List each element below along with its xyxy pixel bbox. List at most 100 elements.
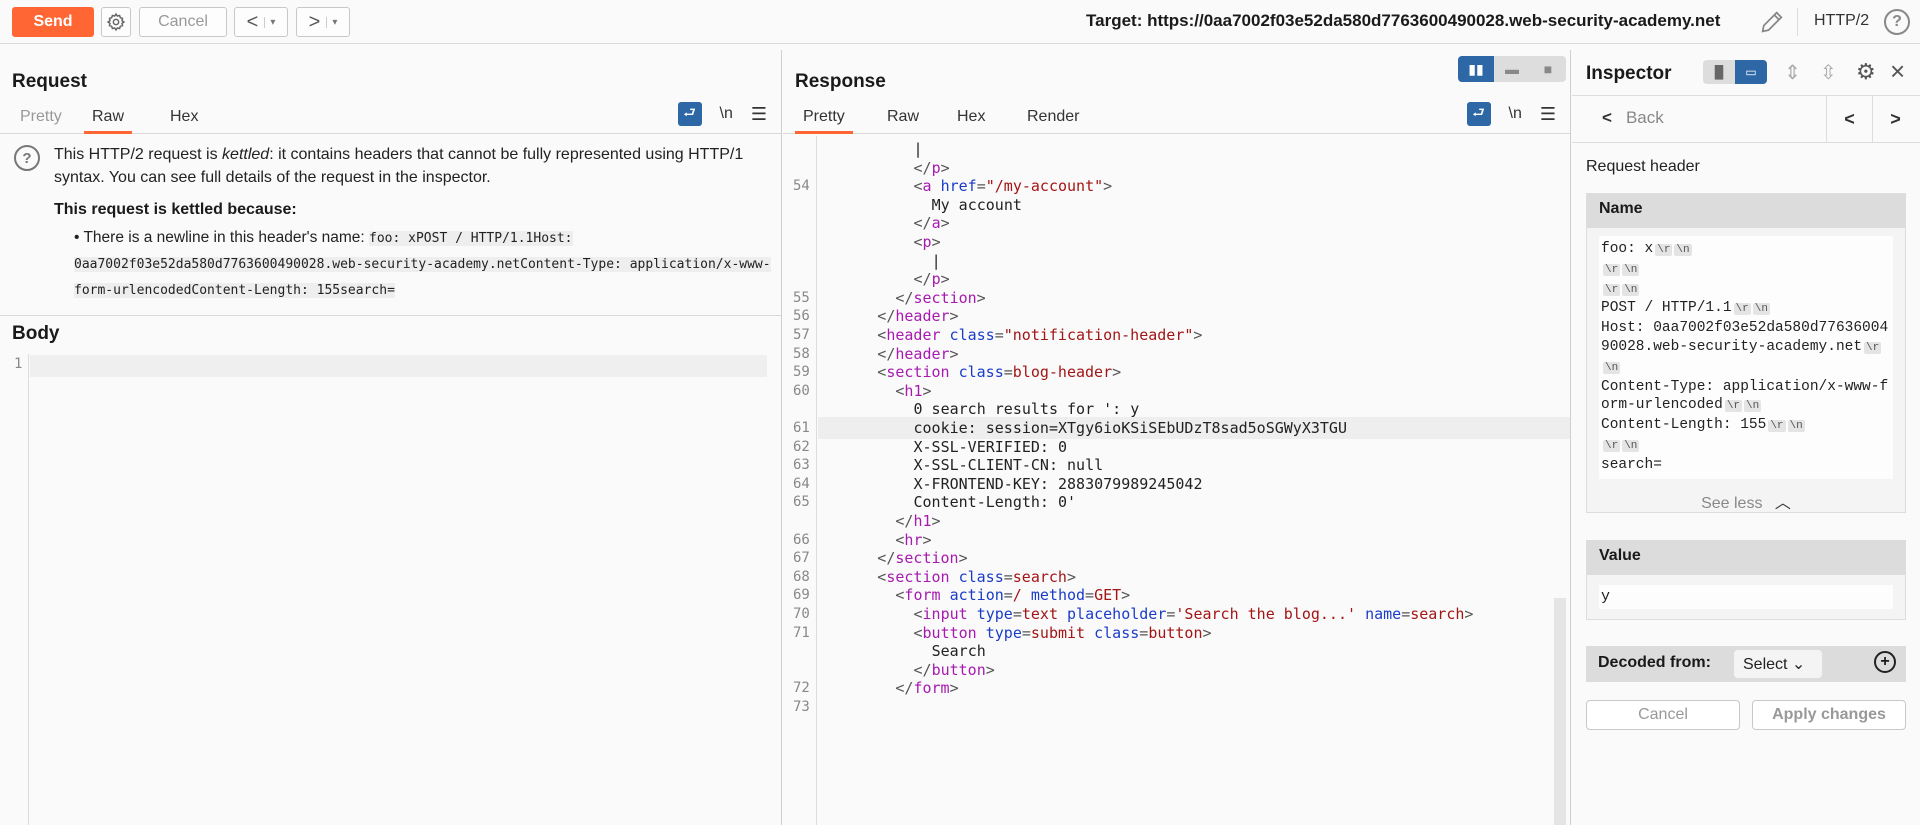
name-line: search= [1601, 456, 1891, 475]
code-token: type [976, 605, 1013, 623]
code-token: > [1103, 177, 1113, 196]
code-token: > [1066, 567, 1076, 586]
code-token: form [904, 586, 941, 605]
line-number: 73 [793, 699, 810, 715]
code-token: method [1030, 586, 1086, 605]
response-panel: ▮▮ ▬ ■ Response Pretty Raw Hex Render ⮐ … [783, 50, 1571, 825]
gear-icon[interactable]: ⚙ [1856, 59, 1876, 85]
code-token: > [958, 549, 968, 568]
code-token: > [931, 512, 941, 530]
inspector-layout-toggle: ▐▌ ▭ [1703, 60, 1767, 84]
dock-right-icon[interactable]: ▭ [1735, 60, 1767, 84]
single-pane-icon[interactable]: ■ [1530, 56, 1566, 82]
response-editor[interactable]: | </p> 54 <a href="/my-account"> My account <… [783, 136, 1570, 825]
code-token: 0 search results for ': y [913, 400, 1140, 419]
code-token: = [1003, 363, 1013, 382]
code-token: </ [913, 214, 932, 233]
edit-target-icon[interactable] [1758, 8, 1786, 36]
forward-history-button[interactable]: > ▾ [296, 7, 350, 37]
name-field[interactable]: foo: x \r \n \r \n \r \n POST / HTTP/1.1 \r \n Hos… [1599, 236, 1893, 479]
current-line[interactable] [30, 355, 767, 377]
code-token: p [931, 158, 941, 177]
request-editor-tools: ⮐ \n ☰ [677, 102, 767, 126]
split-vertical-icon[interactable]: ▬ [1494, 56, 1530, 82]
body-editor[interactable]: 1 [0, 354, 781, 825]
cancel-button[interactable]: Cancel [1586, 700, 1740, 730]
code-token: cookie: session=XTgy6ioKSiSEbUDzT8sad5oS… [913, 419, 1347, 437]
back-history-button[interactable]: < ▾ [234, 7, 288, 37]
section-label: Request header [1586, 158, 1700, 175]
code-token: > [1464, 605, 1474, 623]
code-token: = [1012, 605, 1022, 623]
toolbar: Send Cancel < ▾ > ▾ Target: https://0aa700… [0, 0, 1920, 44]
word-wrap-icon[interactable]: ⮐ [677, 102, 702, 126]
name-line: foo: x \r \n [1601, 240, 1891, 260]
see-less-button[interactable]: See less ︿ [1587, 489, 1905, 513]
code-token: a [931, 214, 941, 233]
show-newlines-icon[interactable]: \n [720, 105, 733, 123]
kettled-message: This HTTP/2 request is kettled: it conta… [54, 143, 764, 189]
name-box: Name foo: x \r \n \r \n \r \n POST / HTTP/1.1 \r… [1586, 193, 1906, 513]
code-token: | [913, 140, 923, 158]
settings-button[interactable] [101, 7, 131, 37]
word-wrap-icon[interactable]: ⮐ [1466, 102, 1491, 126]
close-icon[interactable]: × [1890, 56, 1905, 87]
scrollbar[interactable] [1554, 598, 1566, 825]
tab-hex[interactable]: Hex [949, 106, 993, 134]
previous-item-icon[interactable]: < [1826, 96, 1872, 142]
cancel-button[interactable]: Cancel [139, 7, 227, 37]
code-token: = [1139, 623, 1149, 642]
code-token: section [886, 567, 950, 586]
split-horizontal-icon[interactable]: ▮▮ [1458, 56, 1494, 82]
show-newlines-icon[interactable]: \n [1509, 105, 1522, 123]
tab-pretty[interactable]: Pretty [12, 106, 70, 134]
code-token: </ [877, 307, 896, 326]
code-token: h1 [913, 512, 932, 530]
collapse-all-icon[interactable]: ⇳ [1820, 60, 1837, 85]
code-token: Search [931, 642, 986, 661]
code-token: = [1085, 586, 1095, 605]
tab-hex[interactable]: Hex [162, 106, 206, 134]
chevron-left-icon: < [1602, 108, 1612, 127]
code-token: input [922, 605, 968, 623]
tab-raw[interactable]: Raw [84, 106, 133, 134]
menu-icon[interactable]: ☰ [1540, 104, 1556, 125]
code-token: > [1112, 363, 1122, 382]
code-token: X-SSL-CLIENT-CN: null [913, 456, 1104, 475]
expand-all-icon[interactable]: ⇕ [1784, 60, 1801, 85]
code-token: > [940, 270, 950, 289]
tab-pretty[interactable]: Pretty [795, 106, 853, 134]
name-line: Content-Type: application/x-www-form-url… [1601, 378, 1891, 417]
code-token: h1 [904, 381, 923, 400]
menu-icon[interactable]: ☰ [751, 104, 767, 125]
code-token: < [913, 605, 923, 623]
code-token: header [886, 326, 941, 344]
next-item-icon[interactable]: > [1872, 96, 1918, 142]
dock-left-icon[interactable]: ▐▌ [1703, 60, 1735, 84]
dropdown-arrow-icon[interactable]: ▾ [264, 16, 275, 28]
code-token: header [895, 344, 950, 363]
name-line: \r \n [1601, 436, 1891, 456]
help-icon[interactable]: ? [1884, 9, 1910, 35]
name-label: Name [1587, 194, 1905, 228]
code-token: </ [913, 270, 932, 289]
code-token: </ [895, 512, 914, 530]
kettled-emphasis: kettled [222, 146, 270, 163]
protocol-label[interactable]: HTTP/2 [1814, 12, 1869, 30]
name-line: \r \n [1601, 280, 1891, 300]
code-token: = [1401, 605, 1411, 623]
crlf-chip: \n [1622, 283, 1640, 296]
add-icon[interactable]: + [1874, 651, 1896, 673]
tab-render[interactable]: Render [1019, 106, 1087, 134]
decoded-from-select[interactable]: Select ⌄ [1734, 650, 1822, 678]
dropdown-arrow-icon[interactable]: ▾ [326, 16, 337, 28]
apply-changes-button[interactable]: Apply changes [1752, 700, 1906, 730]
value-field[interactable]: y [1599, 585, 1893, 609]
code-token: search [1012, 567, 1067, 586]
back-button[interactable]: < Back [1602, 108, 1664, 128]
send-button[interactable]: Send [12, 7, 94, 37]
tab-raw[interactable]: Raw [879, 106, 927, 134]
request-panel: Request Pretty Raw Hex ⮐ \n ☰ ? This HTT… [0, 50, 782, 825]
